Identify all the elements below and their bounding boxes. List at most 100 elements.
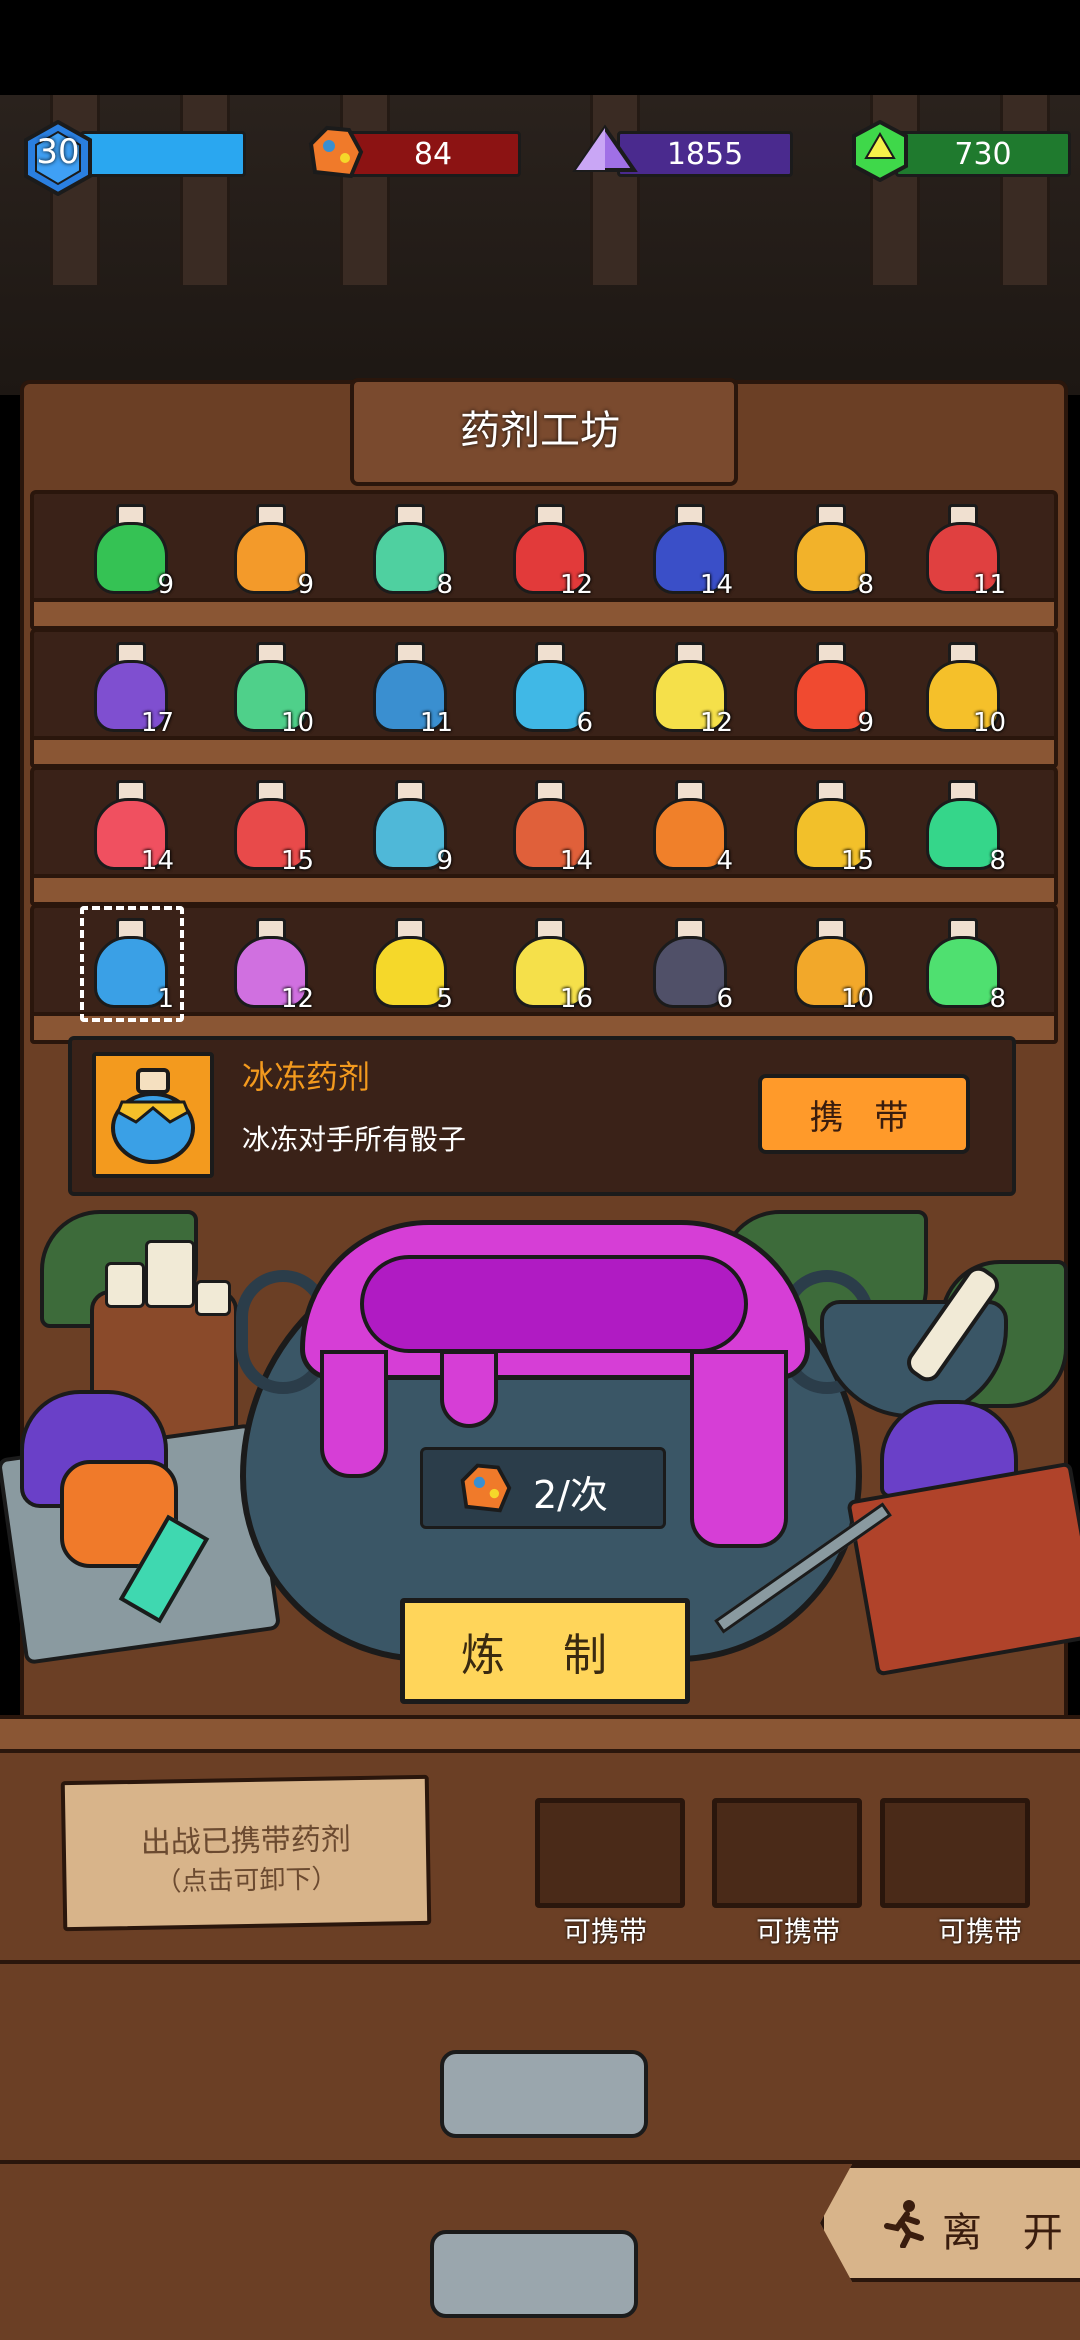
potion-count: 8: [989, 984, 1006, 1014]
goo-drip: [440, 1350, 498, 1428]
potion-count: 9: [297, 570, 314, 600]
gem-icon: [852, 120, 908, 182]
potion-count: 11: [419, 708, 453, 738]
potion-slot-label: 可携带: [937, 1915, 1022, 1948]
potion-item[interactable]: 6: [505, 636, 593, 738]
potion-surface: [360, 1255, 748, 1353]
potion-item[interactable]: 12: [226, 912, 314, 1014]
shelf-ledge: [30, 598, 1058, 630]
potion-item[interactable]: 16: [505, 912, 593, 1014]
level-number: 30: [36, 132, 80, 172]
drawer-handle: [430, 2230, 638, 2318]
potion-item[interactable]: 15: [786, 774, 874, 876]
potion-count: 9: [857, 708, 874, 738]
drawer-divider: [0, 2160, 1080, 2164]
loadout-sign-hint: （点击可卸下）: [155, 1864, 338, 1898]
drawer-handle: [440, 2050, 648, 2138]
potion-count: 10: [840, 984, 874, 1014]
potion-slot-label: 可携带: [755, 1915, 840, 1948]
potion-count: 14: [559, 846, 593, 876]
potion-count: 8: [857, 570, 874, 600]
potion-count: 10: [972, 708, 1006, 738]
candle: [145, 1240, 195, 1308]
carry-button[interactable]: 携 带: [758, 1074, 970, 1154]
page-title: 药剂工坊: [460, 408, 620, 454]
loadout-sign-title: 出战已携带药剂: [140, 1822, 352, 1861]
potion-item[interactable]: 10: [786, 912, 874, 1014]
potion-item[interactable]: 8: [918, 912, 1006, 1014]
drawer-divider: [0, 1960, 1080, 1964]
potion-item[interactable]: 10: [918, 636, 1006, 738]
brew-button[interactable]: 炼 制: [400, 1598, 690, 1704]
potion-count: 16: [559, 984, 593, 1014]
potion-count: 6: [576, 708, 593, 738]
potion-count: 5: [436, 984, 453, 1014]
leave-button[interactable]: 离 开: [820, 2164, 1080, 2282]
potion-item[interactable]: 5: [365, 912, 453, 1014]
counter-edge: [0, 1715, 1080, 1753]
running-man-icon: [884, 2200, 924, 2248]
potion-item[interactable]: 8: [918, 774, 1006, 876]
potion-slot-3[interactable]: [880, 1798, 1030, 1908]
potion-count: 6: [716, 984, 733, 1014]
gem-hud: 730: [850, 120, 1071, 182]
brew-cost: 2/次: [533, 1473, 608, 1517]
potion-count: 8: [436, 570, 453, 600]
potion-item[interactable]: 14: [645, 498, 733, 600]
crystal-bar: 1855: [617, 131, 793, 177]
selected-potion-description: 冰冻对手所有骰子: [242, 1123, 467, 1156]
selection-frame: [80, 906, 184, 1022]
potion-count: 12: [280, 984, 314, 1014]
xp-bar: [80, 131, 246, 177]
potion-item[interactable]: 12: [645, 636, 733, 738]
crystal-icon: [572, 124, 638, 172]
potion-count: 11: [972, 570, 1006, 600]
potion-item[interactable]: 4: [645, 774, 733, 876]
ore-bar: 84: [345, 131, 521, 177]
ore-icon: [460, 1463, 512, 1513]
gem-count: 730: [954, 136, 1012, 172]
potion-item[interactable]: 9: [226, 498, 314, 600]
potion-count: 17: [140, 708, 174, 738]
potion-item[interactable]: 8: [786, 498, 874, 600]
potion-slot-1[interactable]: [535, 1798, 685, 1908]
ore-count: 84: [413, 136, 453, 172]
potion-count: 12: [559, 570, 593, 600]
frost-potion-icon: [111, 1068, 195, 1164]
potion-item[interactable]: 6: [645, 912, 733, 1014]
potion-item[interactable]: 9: [365, 774, 453, 876]
gem-bar: 730: [895, 131, 1071, 177]
potion-item[interactable]: 11: [365, 636, 453, 738]
potion-count: 15: [280, 846, 314, 876]
potion-item[interactable]: 15: [226, 774, 314, 876]
potion-count: 12: [699, 708, 733, 738]
potion-slot-label: 可携带: [562, 1915, 647, 1948]
leave-label: 离 开: [942, 2210, 1077, 2256]
candle: [105, 1262, 145, 1308]
potion-count: 14: [699, 570, 733, 600]
potion-item[interactable]: 17: [86, 636, 174, 738]
potion-item[interactable]: 8: [365, 498, 453, 600]
potion-count: 9: [157, 570, 174, 600]
potion-item[interactable]: 12: [505, 498, 593, 600]
potion-item[interactable]: 14: [505, 774, 593, 876]
potion-count: 4: [716, 846, 733, 876]
potion-item[interactable]: 11: [918, 498, 1006, 600]
potion-item[interactable]: 9: [86, 498, 174, 600]
potion-item-selected[interactable]: 1: [80, 906, 184, 1022]
loadout-sign: 出战已携带药剂 （点击可卸下）: [60, 1774, 432, 1932]
candle: [195, 1280, 231, 1316]
crystal-hud: 1855: [572, 120, 793, 182]
crystal-count: 1855: [666, 136, 744, 172]
potion-count: 8: [989, 846, 1006, 876]
potion-item[interactable]: 14: [86, 774, 174, 876]
brew-cost-panel: 2/次: [420, 1447, 666, 1529]
shelf-ledge: [30, 736, 1058, 768]
potion-item[interactable]: 9: [786, 636, 874, 738]
level-hud: 30: [20, 120, 250, 196]
shelf-ledge: [30, 874, 1058, 906]
selected-potion-name: 冰冻药剂: [242, 1058, 371, 1096]
potion-item[interactable]: 10: [226, 636, 314, 738]
potion-slot-2[interactable]: [712, 1798, 862, 1908]
potion-count: 14: [140, 846, 174, 876]
